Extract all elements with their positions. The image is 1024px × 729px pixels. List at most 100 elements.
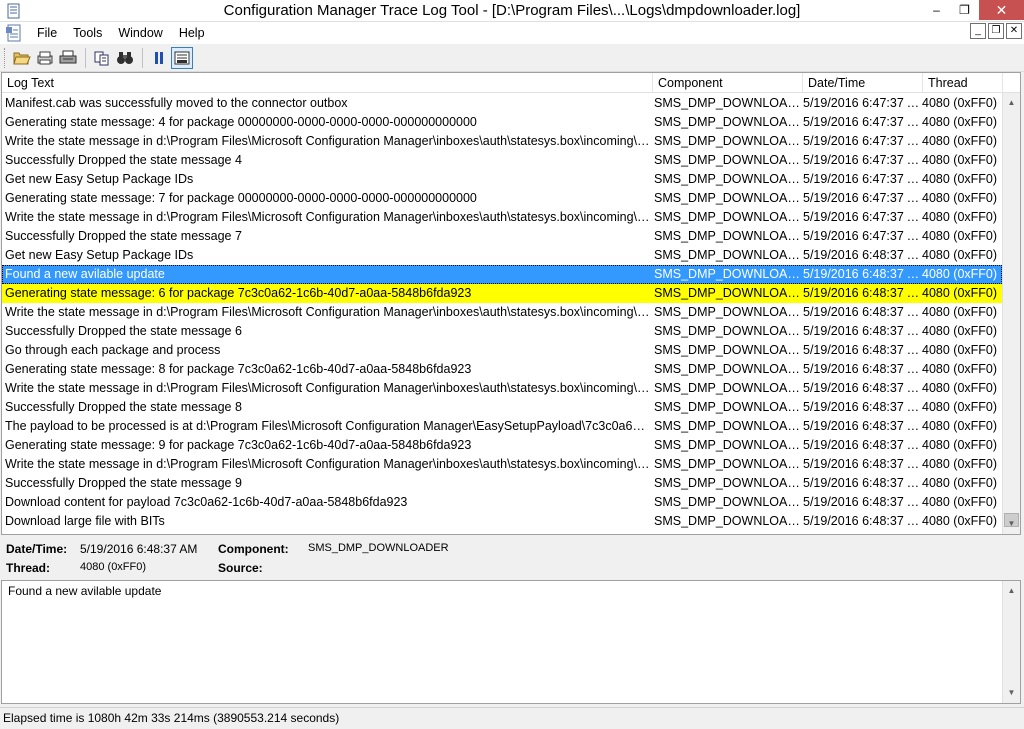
log-row[interactable]: Generating state message: 6 for package … (2, 284, 1002, 303)
log-row[interactable]: The payload to be processed is at d:\Pro… (2, 417, 1002, 436)
log-text-cell: Successfully Dropped the state message 8 (5, 400, 242, 414)
log-text-cell: Get new Easy Setup Package IDs (5, 248, 194, 262)
scroll-down-arrow-icon[interactable]: ▼ (1003, 515, 1020, 532)
print-preview-icon (37, 51, 53, 64)
menu-tools[interactable]: Tools (65, 26, 110, 40)
component-cell: SMS_DMP_DOWNLOADER (654, 438, 800, 452)
minimize-icon: _ (975, 25, 981, 36)
restore-icon: ❐ (991, 25, 1001, 36)
menu-bar: File Tools Window Help _ ❐ ✕ (0, 22, 1024, 44)
log-text-cell: Successfully Dropped the state message 6 (5, 324, 242, 338)
thread-cell: 4080 (0xFF0) (922, 362, 998, 376)
log-row[interactable]: Download large file with BITs SMS_DMP_DOW… (2, 512, 1002, 531)
toolbar-grip[interactable] (4, 47, 7, 68)
log-row[interactable]: Found a new avilable update SMS_DMP_DOWNL… (2, 265, 1002, 284)
column-header-log-text[interactable]: Log Text (2, 73, 653, 93)
thread-cell: 4080 (0xFF0) (922, 514, 998, 528)
datetime-cell: 5/19/2016 6:47:37 AM (803, 210, 920, 224)
component-cell: SMS_DMP_DOWNLOADER (654, 324, 800, 338)
child-minimize-button[interactable]: _ (970, 23, 986, 39)
show-details-button[interactable] (171, 46, 193, 69)
log-row[interactable]: Successfully Dropped the state message 6… (2, 322, 1002, 341)
component-cell: SMS_DMP_DOWNLOADER (654, 267, 800, 281)
log-text-cell: Download content for payload 7c3c0a62-1c… (5, 495, 408, 509)
thread-cell: 4080 (0xFF0) (922, 267, 998, 281)
print-preview-button[interactable] (34, 47, 56, 69)
log-row[interactable]: Write the state message in d:\Program Fi… (2, 132, 1002, 151)
child-close-button[interactable]: ✕ (1006, 23, 1022, 39)
minimize-button[interactable]: – (922, 0, 950, 20)
log-row[interactable]: Generating state message: 8 for package … (2, 360, 1002, 379)
column-header-datetime[interactable]: Date/Time (803, 73, 923, 93)
datetime-cell: 5/19/2016 6:48:37 AM (803, 362, 920, 376)
details-panel: Date/Time: 5/19/2016 6:48:37 AM Componen… (0, 536, 1024, 580)
thread-cell: 4080 (0xFF0) (922, 324, 998, 338)
thread-cell: 4080 (0xFF0) (922, 210, 998, 224)
copy-button[interactable] (91, 47, 113, 69)
find-button[interactable] (114, 47, 136, 69)
log-row[interactable]: Generating state message: 9 for package … (2, 436, 1002, 455)
component-cell: SMS_DMP_DOWNLOADER (654, 248, 800, 262)
document-icon[interactable] (5, 24, 23, 42)
log-row[interactable]: Go through each package and process SMS_D… (2, 341, 1002, 360)
scroll-down-arrow-icon[interactable]: ▼ (1003, 684, 1020, 701)
log-text-cell: Found a new avilable update (5, 267, 165, 281)
details-datetime-label: Date/Time: (6, 542, 68, 556)
menu-help[interactable]: Help (171, 26, 213, 40)
datetime-cell: 5/19/2016 6:47:37 AM (803, 96, 920, 110)
log-row[interactable]: Get new Easy Setup Package IDs SMS_DMP_DO… (2, 170, 1002, 189)
log-row[interactable]: Successfully Dropped the state message 7… (2, 227, 1002, 246)
log-row[interactable]: Successfully Dropped the state message 8… (2, 398, 1002, 417)
log-row[interactable]: Get new Easy Setup Package IDs SMS_DMP_DO… (2, 246, 1002, 265)
log-list[interactable]: Log Text Component Date/Time Thread Mani… (1, 72, 1021, 535)
datetime-cell: 5/19/2016 6:48:37 AM (803, 381, 920, 395)
close-button[interactable]: ✕ (978, 0, 1024, 20)
thread-cell: 4080 (0xFF0) (922, 229, 998, 243)
binoculars-icon (117, 51, 133, 64)
datetime-cell: 5/19/2016 6:48:37 AM (803, 476, 920, 490)
print-button[interactable] (57, 47, 79, 69)
log-row[interactable]: Successfully Dropped the state message 9… (2, 474, 1002, 493)
details-thread-value: 4080 (0xFF0) (80, 561, 147, 573)
restore-button[interactable]: ❐ (950, 0, 978, 20)
log-row[interactable]: Write the state message in d:\Program Fi… (2, 455, 1002, 474)
close-icon: ✕ (995, 1, 1008, 18)
log-row[interactable]: Write the state message in d:\Program Fi… (2, 303, 1002, 322)
thread-cell: 4080 (0xFF0) (922, 495, 998, 509)
pause-button[interactable] (148, 47, 170, 69)
message-scrollbar[interactable]: ▲ ▼ (1002, 581, 1020, 703)
log-text-cell: Generating state message: 4 for package … (5, 115, 477, 129)
child-restore-button[interactable]: ❐ (988, 23, 1004, 39)
log-row[interactable]: Write the state message in d:\Program Fi… (2, 379, 1002, 398)
log-row[interactable]: Write the state message in d:\Program Fi… (2, 208, 1002, 227)
log-text-cell: Write the state message in d:\Program Fi… (5, 305, 650, 319)
column-header-thread[interactable]: Thread (923, 73, 1003, 93)
datetime-cell: 5/19/2016 6:48:37 AM (803, 248, 920, 262)
menu-window[interactable]: Window (110, 26, 170, 40)
component-cell: SMS_DMP_DOWNLOADER (654, 229, 800, 243)
log-row[interactable]: Download content for payload 7c3c0a62-1c… (2, 493, 1002, 512)
datetime-cell: 5/19/2016 6:48:37 AM (803, 514, 920, 528)
component-cell: SMS_DMP_DOWNLOADER (654, 514, 800, 528)
column-header-component[interactable]: Component (653, 73, 803, 93)
datetime-cell: 5/19/2016 6:47:37 AM (803, 134, 920, 148)
scroll-up-arrow-icon[interactable]: ▲ (1003, 582, 1020, 599)
log-row[interactable]: Manifest.cab was successfully moved to t… (2, 94, 1002, 113)
menu-file[interactable]: File (29, 26, 65, 40)
message-text: Found a new avilable update (8, 584, 162, 598)
printer-icon (59, 50, 77, 63)
thread-cell: 4080 (0xFF0) (922, 343, 998, 357)
datetime-cell: 5/19/2016 6:48:37 AM (803, 400, 920, 414)
log-row[interactable]: Generating state message: 4 for package … (2, 113, 1002, 132)
open-button[interactable] (11, 47, 33, 69)
close-icon: ✕ (1009, 25, 1019, 36)
folder-open-icon (13, 52, 31, 64)
log-list-scrollbar[interactable]: ▲ ▼ (1002, 93, 1020, 534)
message-textbox[interactable]: Found a new avilable update ▲ ▼ (1, 580, 1021, 704)
scroll-up-arrow-icon[interactable]: ▲ (1003, 94, 1020, 111)
log-text-cell: Write the state message in d:\Program Fi… (5, 210, 650, 224)
thread-cell: 4080 (0xFF0) (922, 438, 998, 452)
log-row[interactable]: Generating state message: 7 for package … (2, 189, 1002, 208)
log-row[interactable]: Successfully Dropped the state message 4… (2, 151, 1002, 170)
details-thread-label: Thread: (6, 561, 51, 575)
